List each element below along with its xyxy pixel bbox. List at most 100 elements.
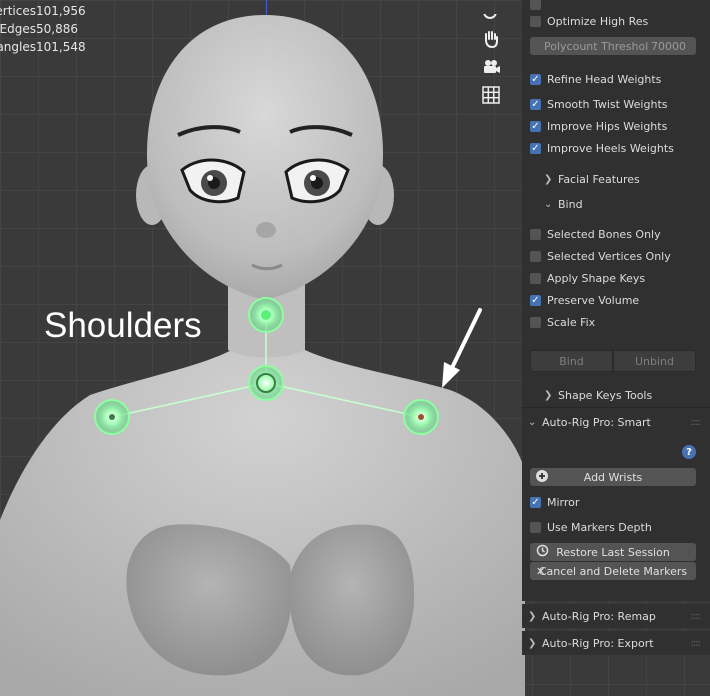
checkbox-label: Use Markers Depth [547, 520, 652, 534]
bind-unbind-group: Bind Unbind [530, 350, 696, 372]
restore-last-session-button[interactable]: Restore Last Session [530, 543, 696, 561]
add-wrists-button[interactable]: Add Wrists [530, 468, 696, 486]
checkbox[interactable] [530, 250, 541, 262]
checkbox-label: Refine Head Weights [547, 72, 662, 86]
stat-value: 50,886 [36, 22, 78, 36]
button-label: Add Wrists [583, 470, 643, 484]
checkbox-label: Smooth Twist Weights [547, 97, 668, 111]
checkbox[interactable] [530, 73, 541, 85]
close-icon: ✕ [536, 564, 546, 578]
checkbox-label: Improve Hips Weights [547, 119, 668, 133]
checkbox[interactable] [530, 521, 541, 533]
stat-row: Triangles 101,548 [0, 38, 86, 56]
chevron-right-icon: ❯ [528, 610, 537, 622]
stat-row: Vertices 101,956 [0, 2, 86, 20]
checkbox[interactable] [530, 142, 541, 154]
hand-pan-icon[interactable] [478, 26, 504, 52]
auto-rig-panel: Optimize High Res Polycount Threshol 700… [522, 0, 710, 601]
checkbox-label: Scale Fix [547, 315, 596, 329]
checkbox-label: Selected Bones Only [547, 227, 661, 241]
preserve-volume-row[interactable]: Preserve Volume [530, 290, 702, 310]
left-shoulder-marker[interactable] [92, 397, 132, 437]
checkbox[interactable] [530, 294, 541, 306]
field-label: Polycount Threshol [544, 39, 649, 53]
right-breast [289, 524, 415, 676]
chevron-down-icon: ⌄ [544, 198, 553, 210]
checkbox-label: Improve Heels Weights [547, 141, 674, 155]
section-label: Facial Features [558, 172, 640, 186]
annotation-label: Shoulders [44, 306, 202, 345]
chevron-down-icon: ⌄ [528, 416, 537, 428]
selected-bones-row[interactable]: Selected Bones Only [530, 224, 702, 244]
shape-keys-tools-section[interactable]: ❯ Shape Keys Tools [522, 383, 710, 407]
unbind-button[interactable]: Unbind [613, 350, 696, 372]
checkbox[interactable] [530, 15, 541, 27]
neck-marker[interactable] [246, 295, 286, 335]
checkbox-label: Preserve Volume [547, 293, 640, 307]
checkbox[interactable] [530, 98, 541, 110]
chevron-right-icon: ❯ [544, 389, 553, 401]
checkbox[interactable] [530, 272, 541, 284]
right-shoulder-marker[interactable] [401, 397, 441, 437]
improve-heels-row[interactable]: Improve Heels Weights [530, 138, 702, 158]
stat-value: 101,548 [36, 40, 86, 54]
help-icon[interactable]: ? [682, 445, 696, 459]
panel-header-label: Auto-Rig Pro: Export [542, 636, 654, 650]
stat-row: Edges 50,886 [0, 20, 86, 38]
viewport-stats: Vertices 101,956 Edges 50,886 Triangles … [0, 2, 86, 56]
button-label: Cancel and Delete Markers [538, 564, 688, 578]
export-panel-header[interactable]: ❯ Auto-Rig Pro: Export :::: [522, 631, 710, 655]
stat-label: Edges [0, 22, 36, 36]
bind-button[interactable]: Bind [530, 350, 613, 372]
panel-header-label: Auto-Rig Pro: Remap [542, 609, 656, 623]
field-value: 70000 [651, 39, 686, 53]
smooth-twist-row[interactable]: Smooth Twist Weights [530, 94, 702, 114]
mirror-row[interactable]: Mirror [530, 492, 702, 512]
checkbox[interactable] [530, 316, 541, 328]
smart-panel-header[interactable]: ⌄ Auto-Rig Pro: Smart :::: [522, 410, 710, 434]
selected-vertices-row[interactable]: Selected Vertices Only [530, 246, 702, 266]
history-icon [536, 544, 549, 560]
drag-grip-icon[interactable]: :::: [691, 417, 702, 428]
checkbox-label: Optimize High Res [547, 14, 649, 28]
annotation-arrow-icon [442, 308, 482, 388]
chevron-right-icon: ❯ [544, 173, 553, 185]
nose [256, 222, 276, 238]
stat-value: 101,956 [36, 4, 86, 18]
cancel-delete-markers-button[interactable]: ✕ Cancel and Delete Markers [530, 562, 696, 580]
zoom-icon[interactable] [478, 14, 504, 24]
polycount-threshold-field[interactable]: Polycount Threshol 70000 [530, 37, 696, 55]
facial-features-section[interactable]: ❯ Facial Features [522, 167, 710, 191]
optimize-high-res-row[interactable]: Optimize High Res [530, 11, 702, 31]
chevron-right-icon: ❯ [528, 637, 537, 649]
use-markers-depth-row[interactable]: Use Markers Depth [530, 517, 702, 537]
plus-circle-icon [536, 469, 548, 485]
drag-grip-icon[interactable]: :::: [691, 638, 702, 649]
bind-section[interactable]: ⌄ Bind [522, 192, 710, 216]
drag-grip-icon[interactable]: :::: [691, 611, 702, 622]
checkbox[interactable] [530, 120, 541, 132]
section-label: Bind [558, 197, 583, 211]
checkbox-label: Selected Vertices Only [547, 249, 671, 263]
stat-label: Triangles [0, 40, 36, 54]
grid-icon[interactable] [478, 82, 504, 108]
chest-marker[interactable] [246, 363, 286, 403]
panel-header-label: Auto-Rig Pro: Smart [542, 415, 651, 429]
apply-shape-keys-row[interactable]: Apply Shape Keys [530, 268, 702, 288]
stat-label: Vertices [0, 4, 36, 18]
scale-fix-row[interactable]: Scale Fix [530, 312, 702, 332]
head [146, 15, 384, 300]
button-label: Restore Last Session [556, 545, 670, 559]
checkbox-label: Mirror [547, 495, 580, 509]
camera-icon[interactable] [478, 54, 504, 80]
section-label: Shape Keys Tools [558, 388, 653, 402]
improve-hips-row[interactable]: Improve Hips Weights [530, 116, 702, 136]
blender-window: Vertices 101,956 Edges 50,886 Triangles … [0, 0, 710, 696]
checkbox[interactable] [530, 496, 541, 508]
checkbox-label: Apply Shape Keys [547, 271, 646, 285]
refine-head-row[interactable]: Refine Head Weights [530, 69, 702, 89]
checkbox[interactable] [530, 228, 541, 240]
viewport-nav-tools [478, 14, 504, 110]
checkbox[interactable] [530, 0, 541, 10]
remap-panel-header[interactable]: ❯ Auto-Rig Pro: Remap :::: [522, 604, 710, 628]
